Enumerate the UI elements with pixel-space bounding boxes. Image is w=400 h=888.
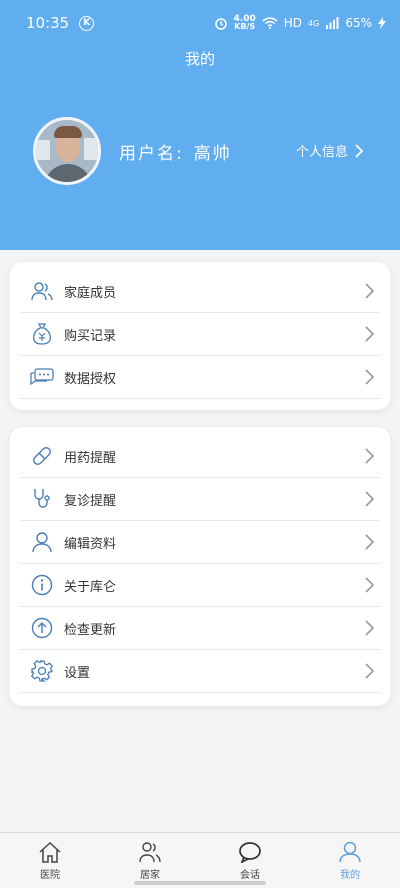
menu-item-family-members[interactable]: 家庭成员 [20,270,380,313]
menu-label: 检查更新 [64,622,117,638]
wifi-icon [262,17,278,29]
home-icon [39,841,61,863]
username-label: 用户名: [119,144,184,164]
menu-item-about[interactable]: 关于库仑 [20,564,380,607]
menu-item-purchase-records[interactable]: 购买记录 [20,313,380,356]
username-value: 高帅 [193,144,232,164]
profile-header: 10:35 K 4.00 KB/S HD 4G 65% 我的 用户名: 高帅 个人… [0,0,400,250]
chevron-right-icon [365,448,375,464]
tab-mine[interactable]: 我的 [300,833,400,888]
chevron-right-icon [365,663,375,679]
menu-label: 编辑资料 [64,536,117,552]
family-icon [30,279,54,303]
avatar[interactable] [33,117,101,185]
battery-level: 65% [345,16,372,30]
menu-label: 购买记录 [64,328,117,344]
alarm-icon [214,18,227,30]
tab-label: 会话 [240,870,260,881]
menu-card-2: 用药提醒 复诊提醒 编辑资料 关于库仑 检查更新 设置 [10,427,390,706]
signal-icon [326,17,339,29]
hd-label: HD [283,16,303,30]
profile-link-label: 个人信息 [296,145,349,160]
menu-label: 家庭成员 [64,285,117,301]
chevron-right-icon [365,534,375,550]
menu-label: 数据授权 [64,371,117,387]
tab-label: 我的 [340,870,360,881]
tab-label: 医院 [40,870,60,881]
arrow-up-icon [30,616,54,640]
menu-item-data-authorization[interactable]: 数据授权 [20,356,380,399]
chevron-right-icon [365,283,375,299]
chevron-right-icon [355,143,364,158]
home-indicator[interactable] [134,881,266,885]
menu-item-followup-reminder[interactable]: 复诊提醒 [20,478,380,521]
tab-home-care[interactable]: 居家 [100,833,200,888]
chat-icon [239,842,261,863]
network-speed: 4.00 KB/S [233,14,256,31]
tab-hospital[interactable]: 医院 [0,833,100,888]
tab-label: 居家 [140,870,160,881]
message-icon [30,365,54,389]
user-icon [30,530,54,554]
tab-chat[interactable]: 会话 [200,833,300,888]
menu-label: 复诊提醒 [64,493,117,509]
people-icon [139,842,161,863]
chevron-right-icon [365,326,375,342]
stethoscope-icon [30,487,54,511]
info-icon [30,573,54,597]
menu-label: 设置 [64,665,91,681]
chevron-right-icon [365,369,375,385]
charging-icon [378,17,386,29]
money-bag-icon [30,322,54,346]
menu-label: 用药提醒 [64,450,117,466]
signal-label: 4G [308,18,320,28]
chevron-right-icon [365,620,375,636]
menu-item-settings[interactable]: 设置 [20,650,380,693]
page-title: 我的 [184,50,215,68]
profile-info-link[interactable]: 个人信息 [296,141,364,160]
status-time: 10:35 [26,14,70,32]
menu-card-1: 家庭成员 购买记录 数据授权 [10,262,390,410]
menu-label: 关于库仑 [64,579,117,595]
menu-item-edit-profile[interactable]: 编辑资料 [20,521,380,564]
chevron-right-icon [365,577,375,593]
pill-icon [30,444,54,468]
person-icon [339,841,361,863]
username: 用户名: 高帅 [119,139,232,164]
bottom-tab-bar: 医院 居家 会话 我的 [0,832,400,888]
menu-item-check-update[interactable]: 检查更新 [20,607,380,650]
chevron-right-icon [365,491,375,507]
gear-icon [30,659,54,683]
k-icon: K [79,15,95,31]
menu-item-medication-reminder[interactable]: 用药提醒 [20,435,380,478]
status-bar: 10:35 K 4.00 KB/S HD 4G 65% [0,0,400,46]
